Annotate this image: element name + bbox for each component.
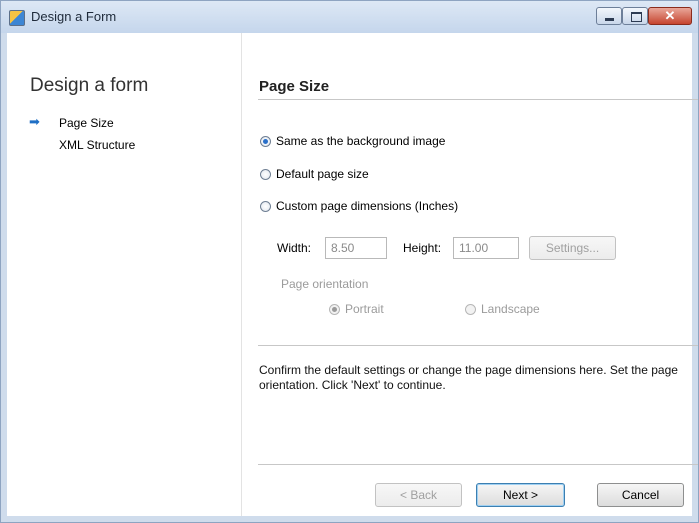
dialog-body: Design a form ➡ Page Size XML Structure … bbox=[7, 33, 698, 516]
next-button[interactable]: Next > bbox=[476, 483, 565, 507]
help-text: Confirm the default settings or change t… bbox=[259, 363, 678, 392]
cancel-button[interactable]: Cancel bbox=[597, 483, 684, 507]
radio-portrait[interactable] bbox=[329, 304, 340, 315]
radio-label-landscape: Landscape bbox=[481, 302, 540, 316]
settings-button[interactable]: Settings... bbox=[529, 236, 616, 260]
close-button[interactable]: ✕ bbox=[648, 7, 692, 25]
maximize-button[interactable] bbox=[622, 7, 648, 25]
radio-same-as-background[interactable] bbox=[260, 136, 271, 147]
close-icon: ✕ bbox=[664, 8, 676, 23]
current-step-arrow-icon: ➡ bbox=[29, 114, 40, 129]
back-button[interactable]: < Back bbox=[375, 483, 462, 507]
minimize-button[interactable] bbox=[596, 7, 622, 25]
radio-landscape[interactable] bbox=[465, 304, 476, 315]
footer-divider bbox=[258, 464, 698, 465]
radio-label-portrait: Portrait bbox=[345, 302, 384, 316]
radio-label-default-page-size: Default page size bbox=[276, 167, 369, 181]
orientation-label: Page orientation bbox=[281, 277, 369, 291]
width-label: Width: bbox=[277, 241, 312, 255]
app-icon bbox=[9, 10, 25, 26]
radio-label-same-as-background: Same as the background image bbox=[276, 134, 446, 148]
help-divider bbox=[258, 345, 698, 346]
height-input[interactable]: 11.00 bbox=[453, 237, 519, 259]
radio-custom-dimensions[interactable] bbox=[260, 201, 271, 212]
radio-label-custom-dimensions: Custom page dimensions (Inches) bbox=[276, 199, 459, 213]
radio-default-page-size[interactable] bbox=[260, 169, 271, 180]
window-title: Design a Form bbox=[31, 9, 117, 24]
maximize-icon bbox=[631, 12, 642, 22]
width-input[interactable]: 8.50 bbox=[325, 237, 387, 259]
minimize-icon bbox=[605, 18, 614, 21]
title-divider bbox=[258, 99, 698, 100]
main-panel: Page Size Same as the background image D… bbox=[243, 33, 698, 516]
title-bar[interactable]: Design a Form ✕ bbox=[1, 1, 698, 33]
sidebar-item-xml-structure[interactable]: XML Structure bbox=[59, 138, 135, 152]
dialog-window: Design a Form ✕ Design a form ➡ Page Siz… bbox=[0, 0, 699, 523]
height-label: Height: bbox=[403, 241, 442, 255]
page-title: Page Size bbox=[259, 78, 330, 95]
sidebar-item-page-size[interactable]: Page Size bbox=[59, 116, 114, 130]
sidebar-title: Design a form bbox=[30, 75, 149, 96]
wizard-sidebar: Design a form ➡ Page Size XML Structure bbox=[7, 33, 242, 516]
